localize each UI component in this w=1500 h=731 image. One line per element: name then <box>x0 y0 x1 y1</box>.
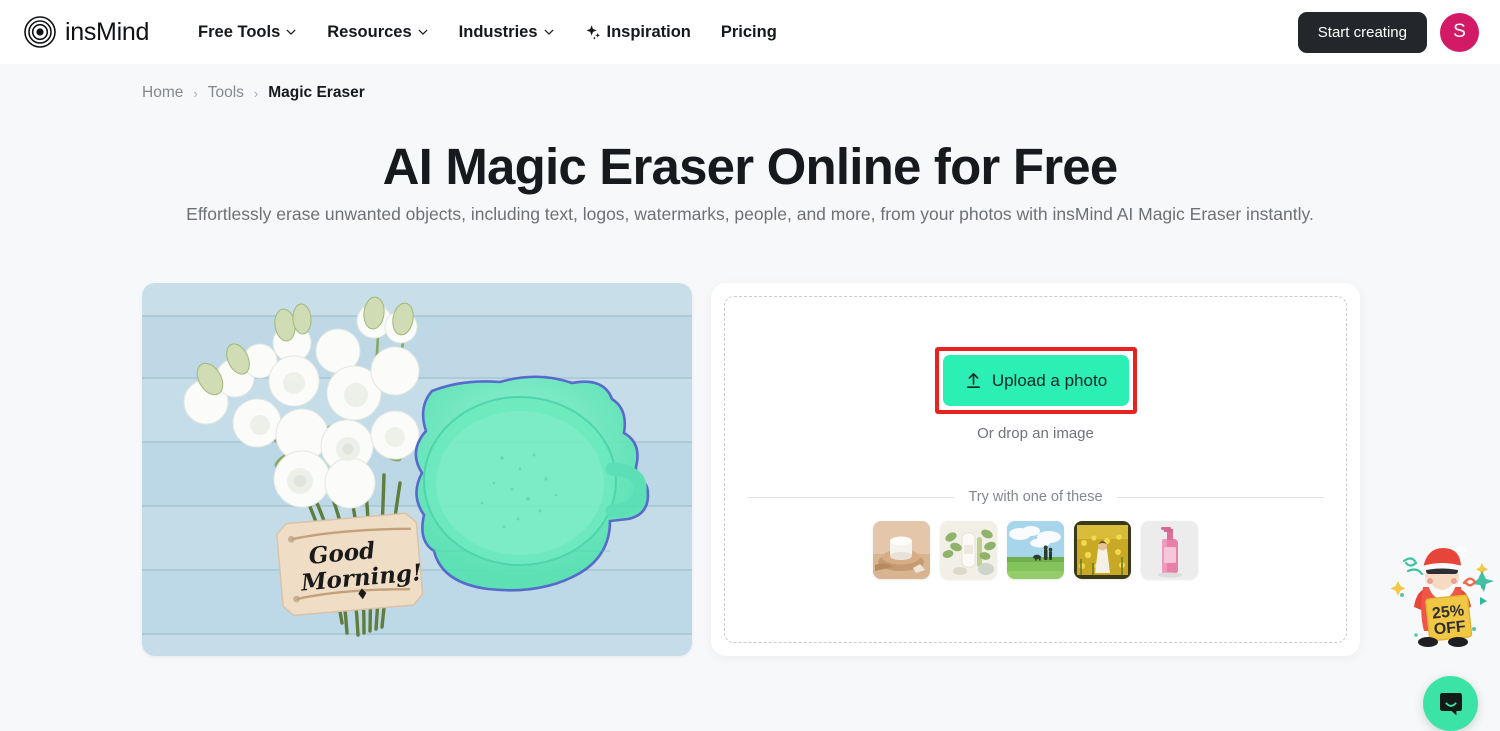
page-title: AI Magic Eraser Online for Free <box>382 138 1119 195</box>
main-nav: Free Tools Resources Industries Inspirat… <box>198 23 777 42</box>
nav-label: Pricing <box>720 22 777 41</box>
page-body: Home › Tools › Magic Eraser AI Magic Era… <box>0 64 1500 731</box>
sample-cosmetic-jar-on-wooden-podium[interactable] <box>873 521 930 579</box>
chevron-down-icon <box>418 29 428 35</box>
upload-button-label: Upload a photo <box>991 370 1108 390</box>
sample-images <box>711 521 1360 579</box>
sample-girl-in-sunflower-field[interactable] <box>1074 521 1131 579</box>
logo-text: insMind <box>65 17 150 46</box>
preview-image: Good Morning! <box>142 283 692 656</box>
sample-pink-pump-bottle[interactable] <box>1141 521 1198 579</box>
try-samples-divider: Try with one of these <box>747 489 1324 505</box>
nav-item-inspiration[interactable]: Inspiration <box>585 23 691 42</box>
promo-santa-sticker[interactable]: 25% OFF <box>1390 541 1494 653</box>
sample-thumbnail <box>1007 521 1064 579</box>
upload-button-highlight: Upload a photo <box>934 347 1137 414</box>
nav-item-resources[interactable]: Resources <box>327 23 428 42</box>
workspace: Good Morning! Upload a photo Or drop an … <box>142 283 1360 678</box>
breadcrumb-tools[interactable]: Tools <box>208 84 244 102</box>
sparkle-icon <box>586 24 600 40</box>
sample-thumbnail <box>940 521 997 579</box>
divider-line-right <box>1116 496 1324 498</box>
avatar[interactable]: S <box>1440 12 1479 52</box>
promo-line-2: OFF <box>1433 618 1467 638</box>
nav-item-industries[interactable]: Industries <box>459 23 555 42</box>
header-actions: Start creating S <box>1297 11 1479 53</box>
upload-photo-button[interactable]: Upload a photo <box>942 355 1129 406</box>
chevron-down-icon <box>286 29 296 35</box>
divider-line-left <box>747 496 955 498</box>
upload-card: Upload a photo Or drop an image Try with… <box>711 283 1360 656</box>
sample-thumbnail <box>1141 521 1198 579</box>
breadcrumb-separator: › <box>253 85 259 101</box>
logo[interactable]: insMind <box>24 16 149 48</box>
sample-thumbnail <box>1074 521 1131 579</box>
page-subtitle: Effortlessly erase unwanted objects, inc… <box>186 204 1314 224</box>
sample-skincare-tube-with-eucalyptus[interactable] <box>940 521 997 579</box>
chat-bubble-icon <box>1439 692 1462 715</box>
site-header: insMind Free Tools Resources Industries <box>0 0 1500 64</box>
nav-item-free-tools[interactable]: Free Tools <box>198 23 297 42</box>
nav-label: Inspiration <box>606 22 691 41</box>
sample-thumbnail <box>873 521 930 579</box>
breadcrumb-separator: › <box>193 85 198 101</box>
chat-support-button[interactable] <box>1423 676 1478 731</box>
breadcrumb-home[interactable]: Home <box>142 84 183 102</box>
nav-item-pricing[interactable]: Pricing <box>721 23 777 42</box>
nav-label: Resources <box>327 22 412 41</box>
upload-arrow-icon <box>966 373 980 388</box>
preview-illustration: Good Morning! <box>142 283 692 656</box>
nav-label: Free Tools <box>198 22 281 41</box>
sample-couple-and-dog-in-green-field[interactable] <box>1007 521 1064 579</box>
drop-hint-text: Or drop an image <box>977 425 1094 442</box>
try-samples-label: Try with one of these <box>968 489 1103 505</box>
concentric-circles-logo-icon <box>24 16 56 48</box>
start-creating-button[interactable]: Start creating <box>1297 11 1427 53</box>
breadcrumb-current: Magic Eraser <box>268 84 365 101</box>
santa-promo-icon: 25% OFF <box>1390 545 1494 647</box>
nav-label: Industries <box>458 22 538 41</box>
chevron-down-icon <box>544 29 553 35</box>
breadcrumb: Home › Tools › Magic Eraser <box>142 84 365 102</box>
